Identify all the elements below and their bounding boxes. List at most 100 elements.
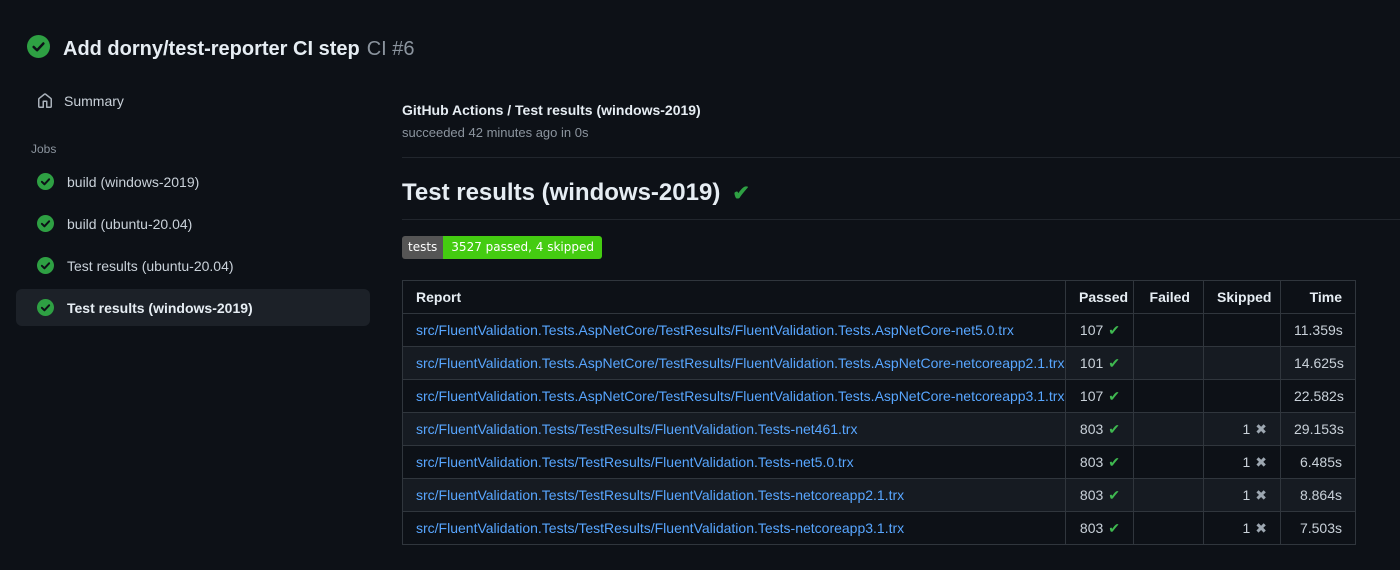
check-circle-icon	[37, 215, 54, 232]
check-icon: ✔	[1108, 421, 1120, 437]
passed-cell: 107 ✔	[1065, 313, 1134, 347]
cross-icon: ✖	[1255, 454, 1267, 470]
report-cell: src/FluentValidation.Tests/TestResults/F…	[402, 445, 1066, 479]
skipped-cell: 1 ✖	[1203, 511, 1281, 545]
cross-icon: ✖	[1255, 487, 1267, 503]
report-link[interactable]: src/FluentValidation.Tests.AspNetCore/Te…	[416, 388, 1064, 404]
table-row: src/FluentValidation.Tests/TestResults/F…	[402, 511, 1356, 545]
sidebar-item-summary[interactable]: Summary	[16, 84, 370, 118]
count-value: 107	[1079, 322, 1104, 338]
report-cell: src/FluentValidation.Tests/TestResults/F…	[402, 511, 1066, 545]
table-row: src/FluentValidation.Tests.AspNetCore/Te…	[402, 379, 1356, 413]
column-header: Report	[402, 280, 1066, 314]
count-value: 1	[1242, 454, 1251, 470]
table-row: src/FluentValidation.Tests.AspNetCore/Te…	[402, 313, 1356, 347]
passed-cell: 101 ✔	[1065, 346, 1134, 380]
table-header-row: Report Passed Failed Skipped Time	[402, 280, 1356, 314]
count-value: 107	[1079, 388, 1104, 404]
skipped-cell: 1 ✖	[1203, 445, 1281, 479]
count-value: 803	[1079, 487, 1104, 503]
check-circle-icon	[37, 257, 54, 274]
count-value: 101	[1079, 355, 1104, 371]
job-label: build (ubuntu-20.04)	[67, 215, 193, 232]
layout: Summary Jobs build (windows-2019) build (…	[0, 76, 1400, 545]
section-title-row: Test results (windows-2019) ✔	[402, 179, 1400, 220]
count-value: 1	[1242, 520, 1251, 536]
report-cell: src/FluentValidation.Tests/TestResults/F…	[402, 478, 1066, 512]
report-link[interactable]: src/FluentValidation.Tests/TestResults/F…	[416, 454, 854, 470]
run-title-line: Add dorny/test-reporter CI step CI #6	[63, 30, 415, 62]
column-header: Skipped	[1203, 280, 1281, 314]
failed-cell	[1133, 511, 1204, 545]
skipped-cell	[1203, 313, 1281, 347]
report-link[interactable]: src/FluentValidation.Tests.AspNetCore/Te…	[416, 355, 1064, 371]
run-header: Add dorny/test-reporter CI step CI #6	[0, 0, 1400, 76]
home-icon	[37, 93, 53, 109]
run-status-text: succeeded 42 minutes ago in 0s	[402, 125, 589, 140]
sidebar-job-item[interactable]: Test results (ubuntu-20.04)	[16, 247, 370, 284]
cross-icon: ✖	[1255, 520, 1267, 536]
header-divider	[402, 157, 1400, 158]
time-cell: 7.503s	[1280, 511, 1356, 545]
report-link[interactable]: src/FluentValidation.Tests/TestResults/F…	[416, 520, 904, 536]
table-row: src/FluentValidation.Tests.AspNetCore/Te…	[402, 346, 1356, 380]
table-row: src/FluentValidation.Tests/TestResults/F…	[402, 478, 1356, 512]
cross-icon: ✖	[1255, 421, 1267, 437]
jobs-section-label: Jobs	[31, 142, 57, 156]
section-title: Test results (windows-2019)	[402, 179, 721, 206]
check-icon: ✔	[1108, 520, 1120, 536]
sidebar-job-item[interactable]: Test results (windows-2019)	[16, 289, 370, 326]
table-row: src/FluentValidation.Tests/TestResults/F…	[402, 412, 1356, 446]
jobs-list: build (windows-2019) build (ubuntu-20.04)…	[16, 163, 370, 326]
passed-cell: 803 ✔	[1065, 511, 1134, 545]
table-body: src/FluentValidation.Tests.AspNetCore/Te…	[402, 313, 1356, 545]
count-value: 1	[1242, 421, 1251, 437]
run-number: CI #6	[366, 38, 415, 60]
column-header: Time	[1280, 280, 1356, 314]
check-run-breadcrumb: GitHub Actions / Test results (windows-2…	[402, 102, 701, 118]
skipped-cell: 1 ✖	[1203, 412, 1281, 446]
job-label: build (windows-2019)	[67, 173, 200, 190]
count-value: 803	[1079, 520, 1104, 536]
check-icon: ✔	[1108, 355, 1120, 371]
sidebar-summary-label: Summary	[64, 93, 124, 109]
passed-cell: 803 ✔	[1065, 412, 1134, 446]
job-label: Test results (windows-2019)	[67, 299, 253, 316]
failed-cell	[1133, 478, 1204, 512]
sidebar-job-item[interactable]: build (windows-2019)	[16, 163, 370, 200]
report-cell: src/FluentValidation.Tests.AspNetCore/Te…	[402, 313, 1066, 347]
check-icon: ✔	[1108, 487, 1120, 503]
report-cell: src/FluentValidation.Tests.AspNetCore/Te…	[402, 379, 1066, 413]
tests-badge: tests 3527 passed, 4 skipped	[402, 236, 602, 259]
success-check-icon: ✔	[732, 181, 750, 205]
skipped-cell	[1203, 346, 1281, 380]
sidebar: Summary Jobs build (windows-2019) build (…	[0, 76, 390, 326]
failed-cell	[1133, 412, 1204, 446]
report-link[interactable]: src/FluentValidation.Tests/TestResults/F…	[416, 487, 904, 503]
job-label: Test results (ubuntu-20.04)	[67, 257, 234, 274]
check-circle-icon	[37, 173, 54, 190]
check-icon: ✔	[1108, 322, 1120, 338]
skipped-cell	[1203, 379, 1281, 413]
badge-value: 3527 passed, 4 skipped	[443, 236, 602, 259]
passed-cell: 803 ✔	[1065, 445, 1134, 479]
badge-label: tests	[402, 236, 444, 259]
failed-cell	[1133, 445, 1204, 479]
count-value: 803	[1079, 421, 1104, 437]
passed-cell: 107 ✔	[1065, 379, 1134, 413]
test-results-table: Report Passed Failed Skipped Time src/Fluent…	[402, 280, 1356, 545]
time-cell: 6.485s	[1280, 445, 1356, 479]
report-link[interactable]: src/FluentValidation.Tests/TestResults/F…	[416, 421, 857, 437]
check-icon: ✔	[1108, 454, 1120, 470]
table-row: src/FluentValidation.Tests/TestResults/F…	[402, 445, 1356, 479]
passed-cell: 803 ✔	[1065, 478, 1134, 512]
count-value: 803	[1079, 454, 1104, 470]
time-cell: 22.582s	[1280, 379, 1356, 413]
sidebar-job-item[interactable]: build (ubuntu-20.04)	[16, 205, 370, 242]
check-circle-icon	[37, 299, 54, 316]
report-link[interactable]: src/FluentValidation.Tests.AspNetCore/Te…	[416, 322, 1014, 338]
time-cell: 29.153s	[1280, 412, 1356, 446]
column-header: Passed	[1065, 280, 1134, 314]
skipped-cell: 1 ✖	[1203, 478, 1281, 512]
failed-cell	[1133, 313, 1204, 347]
